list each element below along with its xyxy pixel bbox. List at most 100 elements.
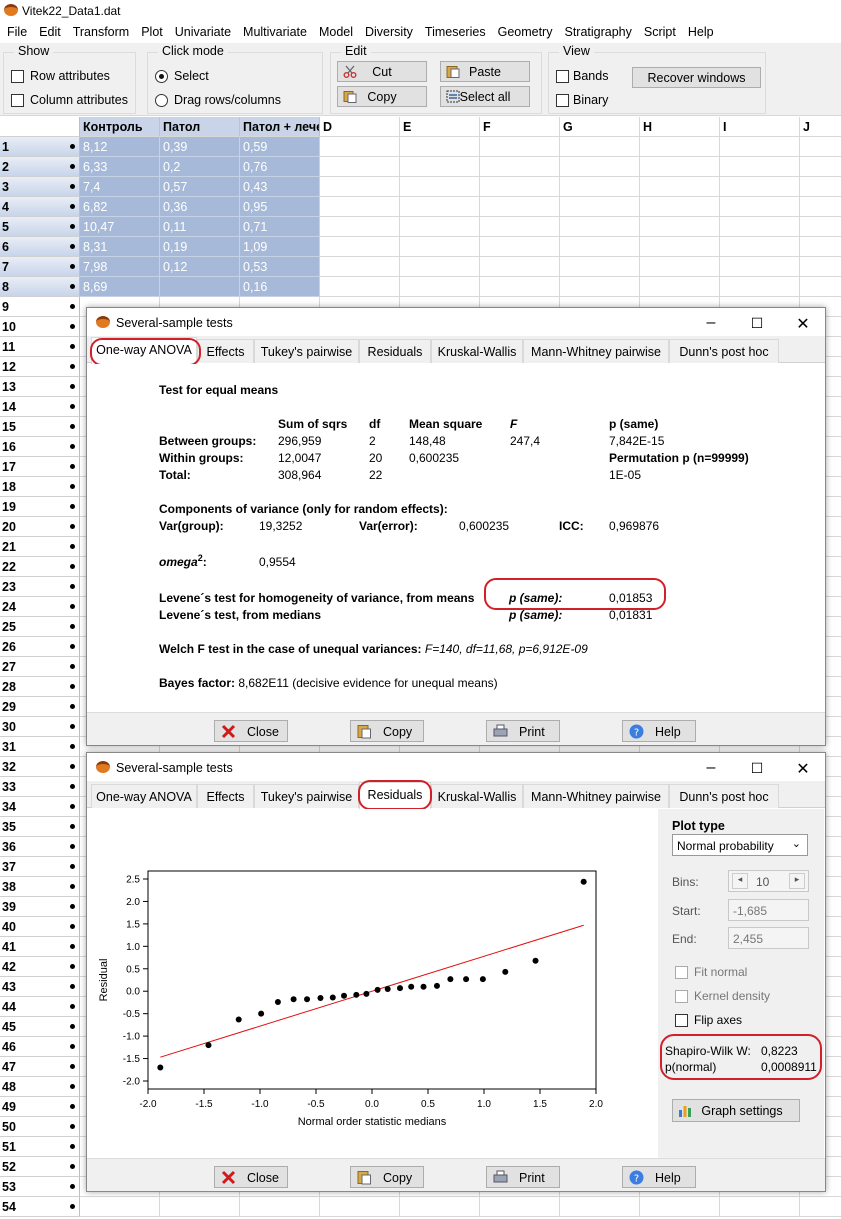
table-cell[interactable]	[640, 277, 720, 297]
table-cell[interactable]	[80, 1197, 160, 1217]
column-header[interactable]: I	[720, 117, 800, 137]
column-header[interactable]: J	[800, 117, 841, 137]
copy-results-button[interactable]: Copy	[350, 1166, 424, 1188]
table-cell[interactable]	[800, 237, 841, 257]
row-header[interactable]: 25	[0, 617, 80, 637]
tab-dunn[interactable]: Dunn's post hoc	[669, 784, 779, 808]
table-cell[interactable]	[560, 1197, 640, 1217]
select-all-button[interactable]: Select all	[440, 86, 530, 107]
maximize-icon[interactable]: ☐	[747, 315, 767, 332]
table-cell[interactable]	[320, 277, 400, 297]
plot-type-select[interactable]: Normal probability ⌄	[672, 834, 808, 856]
menu-file[interactable]: File	[0, 23, 32, 43]
row-header[interactable]: 18	[0, 477, 80, 497]
row-header[interactable]: 41	[0, 937, 80, 957]
row-header[interactable]: 35	[0, 817, 80, 837]
table-cell[interactable]: 0,43	[240, 177, 320, 197]
column-header[interactable]: E	[400, 117, 480, 137]
row-header[interactable]: 27	[0, 657, 80, 677]
print-button[interactable]: Print	[486, 1166, 560, 1188]
table-cell[interactable]: 0,39	[160, 137, 240, 157]
row-header[interactable]: 23	[0, 577, 80, 597]
kernel-density-checkbox[interactable]	[675, 990, 688, 1003]
table-cell[interactable]	[560, 157, 640, 177]
row-header[interactable]: 13	[0, 377, 80, 397]
row-header[interactable]: 8	[0, 277, 80, 297]
table-cell[interactable]: 8,31	[80, 237, 160, 257]
row-header[interactable]: 30	[0, 717, 80, 737]
table-cell[interactable]	[400, 237, 480, 257]
row-header[interactable]: 42	[0, 957, 80, 977]
menu-timeseries[interactable]: Timeseries	[418, 23, 491, 43]
print-button[interactable]: Print	[486, 720, 560, 742]
table-cell[interactable]	[560, 277, 640, 297]
table-cell[interactable]	[480, 277, 560, 297]
table-cell[interactable]	[400, 277, 480, 297]
table-cell[interactable]	[720, 157, 800, 177]
row-header[interactable]: 45	[0, 1017, 80, 1037]
tab-tukey[interactable]: Tukey's pairwise	[254, 339, 359, 363]
tab-tukey[interactable]: Tukey's pairwise	[254, 784, 359, 808]
table-cell[interactable]	[720, 237, 800, 257]
start-field[interactable]: -1,685	[728, 899, 809, 921]
table-cell[interactable]	[720, 257, 800, 277]
table-cell[interactable]	[320, 177, 400, 197]
table-cell[interactable]	[160, 277, 240, 297]
row-header[interactable]: 44	[0, 997, 80, 1017]
table-cell[interactable]	[240, 1197, 320, 1217]
table-cell[interactable]: 8,12	[80, 137, 160, 157]
row-header[interactable]: 49	[0, 1097, 80, 1117]
tab-effects[interactable]: Effects	[197, 784, 254, 808]
row-header[interactable]: 28	[0, 677, 80, 697]
menu-geometry[interactable]: Geometry	[491, 23, 558, 43]
column-header[interactable]: F	[480, 117, 560, 137]
table-cell[interactable]: 1,09	[240, 237, 320, 257]
table-cell[interactable]	[320, 257, 400, 277]
row-header[interactable]: 24	[0, 597, 80, 617]
row-header[interactable]: 40	[0, 917, 80, 937]
table-cell[interactable]	[560, 177, 640, 197]
table-cell[interactable]	[400, 137, 480, 157]
drag-radio[interactable]	[155, 94, 168, 107]
table-cell[interactable]	[320, 1197, 400, 1217]
table-cell[interactable]	[720, 197, 800, 217]
close-button[interactable]: Close	[214, 720, 288, 742]
row-header[interactable]: 31	[0, 737, 80, 757]
bands-checkbox[interactable]	[556, 70, 569, 83]
corner-cell[interactable]	[0, 117, 80, 137]
table-cell[interactable]	[480, 157, 560, 177]
tab-one-way-anova[interactable]: One-way ANOVA	[91, 784, 197, 808]
row-header[interactable]: 12	[0, 357, 80, 377]
column-attributes-checkbox[interactable]	[11, 94, 24, 107]
increment-icon[interactable]: ▸	[789, 873, 805, 889]
row-header[interactable]: 29	[0, 697, 80, 717]
table-cell[interactable]	[480, 237, 560, 257]
end-field[interactable]: 2,455	[728, 927, 809, 949]
menu-stratigraphy[interactable]: Stratigraphy	[557, 23, 636, 43]
fit-normal-checkbox[interactable]	[675, 966, 688, 979]
table-cell[interactable]: 7,4	[80, 177, 160, 197]
table-cell[interactable]	[320, 217, 400, 237]
minimize-icon[interactable]: –	[701, 759, 721, 777]
tab-kruskal-wallis[interactable]: Kruskal-Wallis	[431, 339, 523, 363]
copy-results-button[interactable]: Copy	[350, 720, 424, 742]
tab-kruskal-wallis[interactable]: Kruskal-Wallis	[431, 784, 523, 808]
table-cell[interactable]	[720, 1197, 800, 1217]
row-header[interactable]: 53	[0, 1177, 80, 1197]
table-cell[interactable]	[800, 137, 841, 157]
table-cell[interactable]: 0,36	[160, 197, 240, 217]
table-cell[interactable]	[800, 257, 841, 277]
row-header[interactable]: 52	[0, 1157, 80, 1177]
table-cell[interactable]	[480, 137, 560, 157]
table-cell[interactable]	[640, 217, 720, 237]
row-header[interactable]: 6	[0, 237, 80, 257]
table-cell[interactable]	[560, 257, 640, 277]
table-cell[interactable]	[400, 197, 480, 217]
table-cell[interactable]	[640, 157, 720, 177]
table-cell[interactable]	[160, 1197, 240, 1217]
table-cell[interactable]	[560, 237, 640, 257]
table-cell[interactable]	[720, 277, 800, 297]
row-header[interactable]: 1	[0, 137, 80, 157]
table-cell[interactable]: 7,98	[80, 257, 160, 277]
table-cell[interactable]: 0,19	[160, 237, 240, 257]
